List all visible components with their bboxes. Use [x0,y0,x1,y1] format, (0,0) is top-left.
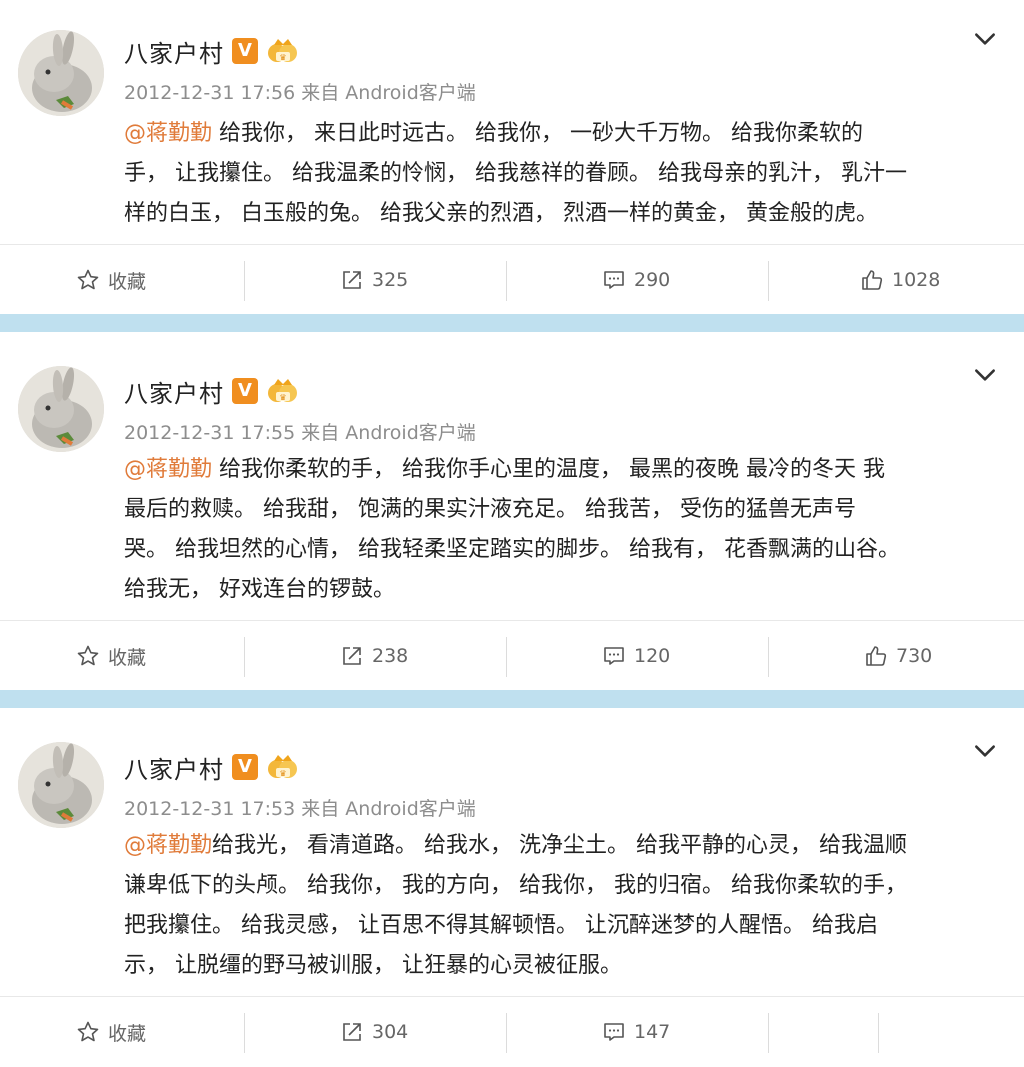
divider [878,1013,879,1053]
avatar[interactable] [18,366,104,452]
mention-link[interactable]: @蒋勤勤 [124,121,212,146]
author-name[interactable]: 八家户村 [124,34,224,69]
mention-link[interactable]: @蒋勤勤 [124,833,212,858]
like-button[interactable]: 730 [864,621,932,691]
content-line: 示， 让脱缰的野马被训服， 让狂暴的心灵被征服。 [124,953,622,978]
post-time-source: 2012-12-31 17:55 来自 Android客户端 [124,422,476,444]
content-line: 给我光， 看清道路。 给我水， 洗净尘土。 给我平静的心灵， 给我温顺 [212,833,907,858]
comment-bubble-icon [602,268,626,292]
like-button[interactable]: 1028 [860,245,940,315]
like-count: 730 [896,645,933,667]
author-name[interactable]: 八家户村 [124,750,224,785]
chevron-down-icon[interactable] [972,738,998,764]
content-line: 谦卑低下的头颅。 给我你， 我的方向， 给我你， 我的归宿。 给我你柔软的手， [124,873,907,898]
post-content: @蒋勤勤 给我你柔软的手， 给我你手心里的温度， 最黑的夜晚 最冷的冬天 我 最… [124,450,1004,610]
crown-badge-icon [266,376,300,406]
favorite-label: 收藏 [108,646,147,669]
comment-button[interactable]: 147 [602,997,670,1067]
thumbs-up-icon [864,644,888,668]
share-box-icon [340,268,364,292]
content-line: 手， 让我攥住。 给我温柔的怜悯， 给我慈祥的眷顾。 给我母亲的乳汁， 乳汁一 [124,161,907,186]
comment-bubble-icon [602,1020,626,1044]
divider [244,637,245,677]
divider [506,637,507,677]
post-card: 八家户村 V 2012-12-31 17:56 来自 Android客户端 @蒋… [0,0,1024,318]
repost-count: 238 [372,645,409,667]
comment-count: 120 [634,645,671,667]
divider [506,1013,507,1053]
favorite-label: 收藏 [108,270,147,293]
divider [768,261,769,301]
author-name[interactable]: 八家户村 [124,374,224,409]
verified-v-icon: V [232,38,258,64]
content-line: 哭。 给我坦然的心情， 给我轻柔坚定踏实的脚步。 给我有， 花香飘满的山谷。 [124,537,900,562]
separator [0,314,1024,332]
crown-badge-icon [266,36,300,66]
verified-v-icon: V [232,754,258,780]
comment-bubble-icon [602,644,626,668]
comment-button[interactable]: 290 [602,245,670,315]
verified-v-icon: V [232,378,258,404]
post-time-source: 2012-12-31 17:53 来自 Android客户端 [124,798,476,820]
content-line: 把我攥住。 给我灵感， 让百思不得其解顿悟。 让沉醉迷梦的人醒悟。 给我启 [124,913,878,938]
mention-link[interactable]: @蒋勤勤 [124,457,212,482]
divider [768,1013,769,1053]
crown-badge-icon [266,752,300,782]
post-card: 八家户村 V 2012-12-31 17:53 来自 Android客户端 @蒋… [0,708,1024,1060]
favorite-button[interactable]: 收藏 [76,621,146,691]
chevron-down-icon[interactable] [972,26,998,52]
star-outline-icon [76,644,100,668]
divider [244,1013,245,1053]
action-bar: 收藏 238 120 730 [0,620,1024,691]
post-card: 八家户村 V 2012-12-31 17:55 来自 Android客户端 @蒋… [0,332,1024,688]
repost-button[interactable]: 304 [340,997,408,1067]
content-line: 给我你柔软的手， 给我你手心里的温度， 最黑的夜晚 最冷的冬天 我 [212,457,885,482]
avatar[interactable] [18,742,104,828]
avatar[interactable] [18,30,104,116]
comment-count: 147 [634,1021,671,1043]
action-bar: 收藏 304 147 [0,996,1024,1067]
comment-button[interactable]: 120 [602,621,670,691]
content-line: 最后的救赎。 给我甜， 饱满的果实汁液充足。 给我苦， 受伤的猛兽无声号 [124,497,856,522]
content-line: 给我你， 来日此时远古。 给我你， 一砂大千万物。 给我你柔软的 [212,121,863,146]
repost-count: 325 [372,269,409,291]
separator [0,690,1024,708]
favorite-button[interactable]: 收藏 [76,997,146,1067]
post-time-source: 2012-12-31 17:56 来自 Android客户端 [124,82,476,104]
divider [244,261,245,301]
share-box-icon [340,1020,364,1044]
repost-button[interactable]: 325 [340,245,408,315]
star-outline-icon [76,1020,100,1044]
divider [768,637,769,677]
comment-count: 290 [634,269,671,291]
star-outline-icon [76,268,100,292]
repost-button[interactable]: 238 [340,621,408,691]
share-box-icon [340,644,364,668]
content-line: 样的白玉， 白玉般的兔。 给我父亲的烈酒， 烈酒一样的黄金， 黄金般的虎。 [124,201,878,226]
post-content: @蒋勤勤给我光， 看清道路。 给我水， 洗净尘土。 给我平静的心灵， 给我温顺 … [124,826,1004,986]
thumbs-up-icon [860,268,884,292]
repost-count: 304 [372,1021,409,1043]
like-count: 1028 [892,269,941,291]
chevron-down-icon[interactable] [972,362,998,388]
favorite-button[interactable]: 收藏 [76,245,146,315]
post-content: @蒋勤勤 给我你， 来日此时远古。 给我你， 一砂大千万物。 给我你柔软的 手，… [124,114,1004,234]
action-bar: 收藏 325 290 1028 [0,244,1024,315]
favorite-label: 收藏 [108,1022,147,1045]
divider [506,261,507,301]
content-line: 给我无， 好戏连台的锣鼓。 [124,577,395,602]
